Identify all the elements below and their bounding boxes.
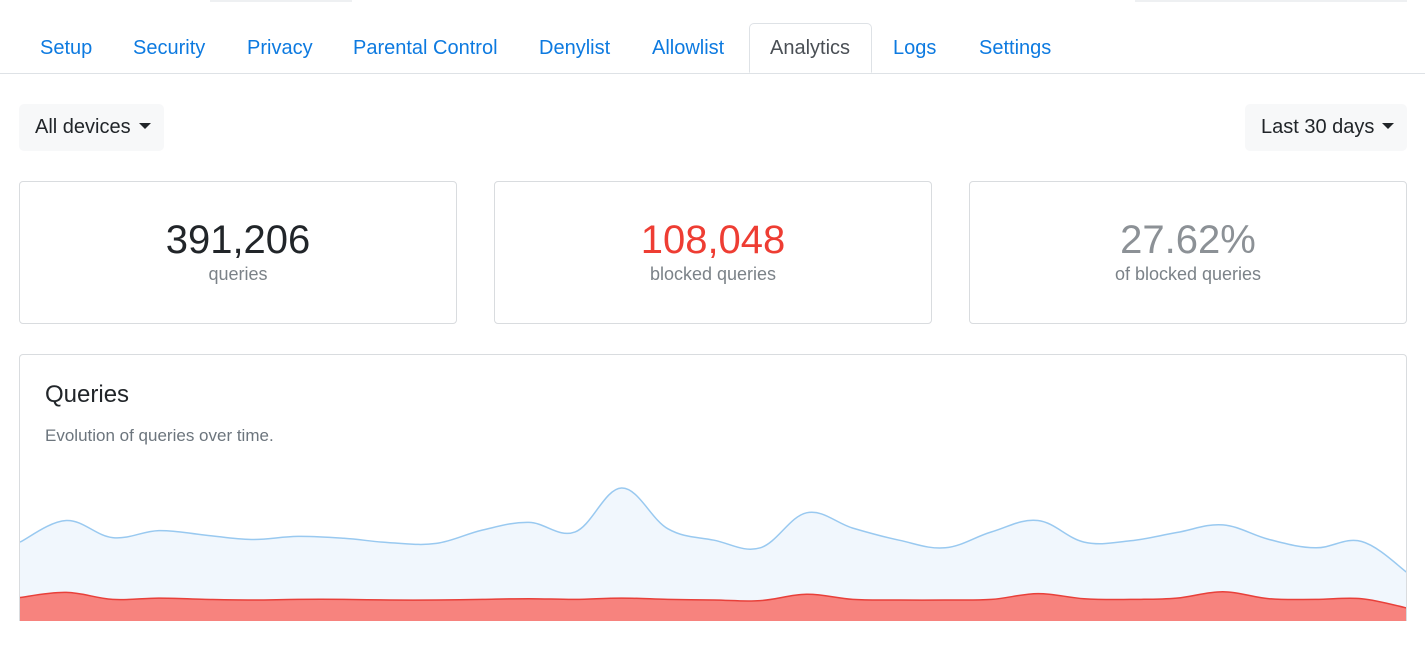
tab-parental-control[interactable]: Parental Control [353, 23, 498, 73]
blocked-percentage-label: of blocked queries [1114, 264, 1262, 284]
tab-setup[interactable]: Setup [40, 23, 92, 73]
tab-security[interactable]: Security [133, 23, 205, 73]
top-edge-strip-left [210, 0, 352, 2]
tab-analytics[interactable]: Analytics [749, 23, 872, 73]
queries-area-chart [20, 487, 1406, 621]
total-queries-label: queries [208, 264, 268, 284]
time-range-dropdown[interactable]: Last 30 days [1245, 104, 1407, 151]
blocked-queries-label: blocked queries [649, 264, 777, 284]
tab-allowlist[interactable]: Allowlist [652, 23, 724, 73]
blocked-percentage-card: 27.62% of blocked queries [969, 181, 1407, 324]
total-queries-card: 391,206 queries [19, 181, 457, 324]
tab-denylist[interactable]: Denylist [539, 23, 610, 73]
blocked-queries-value: 108,048 [640, 218, 786, 262]
caret-down-icon [138, 123, 151, 129]
total-queries-value: 391,206 [165, 218, 311, 262]
blocked-queries-card: 108,048 blocked queries [494, 181, 932, 324]
blocked-percentage-value: 27.62% [1120, 218, 1256, 262]
tab-logs[interactable]: Logs [893, 23, 936, 73]
queries-chart-card: Queries Evolution of queries over time. [19, 354, 1407, 621]
caret-down-icon [1382, 123, 1395, 129]
tab-privacy[interactable]: Privacy [247, 23, 313, 73]
analytics-tab-bar: Setup Security Privacy Parental Control … [0, 23, 1425, 74]
time-range-label: Last 30 days [1261, 116, 1375, 138]
device-filter-dropdown[interactable]: All devices [19, 104, 164, 151]
tab-settings[interactable]: Settings [979, 23, 1051, 73]
top-edge-strip-right [1135, 0, 1407, 2]
device-filter-label: All devices [35, 116, 131, 138]
